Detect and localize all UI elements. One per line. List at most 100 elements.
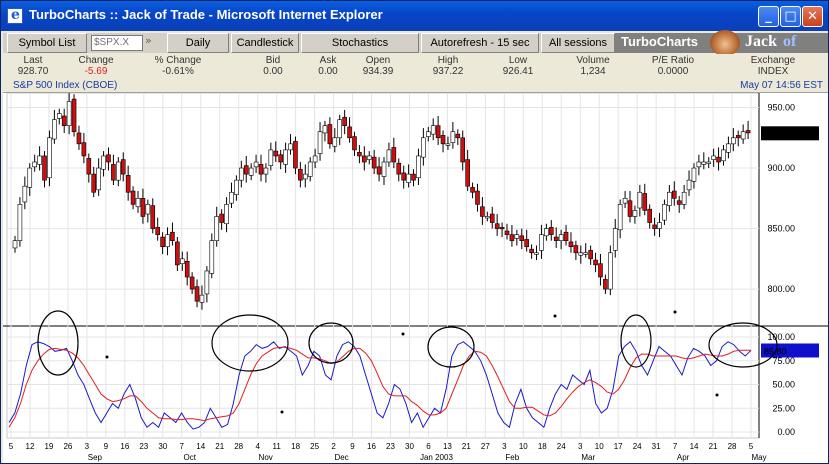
quote-label: % Change: [154, 55, 202, 66]
candle-up: [366, 155, 372, 160]
x-tick-label: 28: [728, 442, 737, 451]
indicator-button[interactable]: Stochastics: [301, 33, 419, 53]
candle-down: [71, 98, 77, 133]
quote-value: 934.39: [362, 66, 394, 77]
candle-down: [130, 190, 136, 205]
quote-field-change: Change -5.69: [65, 55, 127, 77]
autorefresh-button[interactable]: Autorefresh - 15 sec: [421, 33, 539, 53]
symbol-name: S&P 500 Index (CBOE): [13, 80, 118, 91]
candle-up: [135, 198, 141, 208]
marker-dot: [280, 410, 284, 414]
quote-value: 0.00: [263, 66, 283, 77]
quote-value: -5.69: [84, 66, 108, 77]
quote-label: Open: [365, 55, 391, 66]
period-button[interactable]: Daily: [167, 33, 229, 53]
candle-up: [288, 143, 293, 151]
price-chart[interactable]: 5 12 19 26 3 9 16 23 30 7 14 21 28 4 11 18 25 2 9 16 23 30 6 13…: [3, 93, 828, 464]
candle-up: [312, 155, 318, 163]
maximize-button[interactable]: □: [780, 6, 801, 27]
candle-down: [676, 200, 682, 205]
candle-down: [499, 227, 505, 230]
chart-area[interactable]: 5 12 19 26 3 9 16 23 30 7 14 21 28 4 11 18 25 2 9 16 23 30 6 13…: [3, 92, 828, 463]
annotation-ellipse: [37, 310, 79, 376]
candle-up: [199, 294, 205, 303]
quote-label: Last: [23, 55, 43, 66]
candle-down: [298, 168, 303, 181]
sessions-button[interactable]: All sessions: [541, 33, 615, 53]
candle-down: [140, 198, 146, 217]
candle-up: [229, 191, 234, 204]
quote-label: P/E Ratio: [651, 55, 695, 66]
candle-down: [455, 133, 461, 139]
x-tick-label: 13: [443, 442, 452, 451]
x-tick-label: 12: [26, 442, 35, 451]
candle-up: [66, 101, 72, 126]
candle-up: [27, 167, 33, 188]
candle-down: [376, 166, 382, 175]
month-label: May: [751, 453, 766, 462]
quote-label: Bid: [265, 55, 281, 66]
title-bar[interactable]: TurboCharts :: Jack of Trade - Microsoft…: [1, 1, 828, 31]
x-tick-label: 21: [462, 442, 471, 451]
x-tick-label: 7: [180, 442, 185, 451]
candle-up: [637, 191, 643, 209]
candle-down: [568, 241, 574, 248]
candle-down: [593, 259, 598, 266]
candle-down: [465, 159, 470, 187]
candle-up: [740, 131, 746, 140]
candle-down: [553, 236, 559, 241]
candle-down: [91, 173, 97, 193]
candle-up: [56, 113, 62, 119]
candle-down: [81, 142, 87, 157]
x-tick-label: 17: [614, 442, 623, 451]
month-label: Feb: [505, 453, 519, 462]
candle-up: [322, 125, 328, 134]
x-tick-label: 3: [578, 442, 583, 451]
go-arrows-icon[interactable]: »: [145, 34, 165, 52]
candle-up: [302, 173, 308, 180]
x-tick-label: 3: [502, 442, 507, 451]
marker-dot: [553, 314, 557, 318]
candle-up: [224, 204, 229, 225]
marker-dot: [401, 332, 405, 336]
candle-up: [539, 234, 544, 251]
candle-down: [716, 156, 721, 163]
candle-up: [701, 161, 707, 165]
candle-up: [283, 149, 288, 165]
candle-down: [347, 126, 352, 139]
candle-down: [175, 241, 180, 266]
minimize-button[interactable]: _: [758, 6, 779, 27]
chart-style-button[interactable]: Candlestick: [231, 33, 299, 53]
candle-down: [327, 124, 333, 145]
candle-down: [588, 250, 593, 260]
quote-field-last: Last 928.70: [5, 55, 61, 77]
symbol-input[interactable]: $SPX.X: [91, 35, 143, 51]
y-tick-label: 850.00: [767, 224, 795, 234]
candle-up: [416, 155, 421, 179]
x-tick-label: 6: [426, 442, 431, 451]
x-tick-label: 16: [120, 442, 129, 451]
symbol-list-button[interactable]: Symbol List: [7, 33, 87, 53]
close-button[interactable]: ✕: [802, 6, 823, 27]
candle-down: [642, 193, 648, 211]
quote-field-exchange: Exchange INDEX: [723, 55, 823, 77]
candle-up: [696, 161, 702, 168]
ie-icon: [7, 7, 23, 24]
x-tick-label: 23: [139, 442, 148, 451]
candle-down: [243, 165, 249, 175]
y-tick-label: 800.00: [767, 284, 795, 294]
candle-down: [42, 155, 47, 181]
quote-value: -0.61%: [162, 66, 194, 77]
month-label: Dec: [334, 453, 348, 462]
candle-up: [583, 252, 589, 255]
quote-field-change: % Change -0.61%: [133, 55, 223, 77]
quote-value: INDEX: [757, 66, 789, 77]
candle-down: [524, 239, 529, 248]
candle-up: [22, 185, 28, 203]
candle-up: [544, 228, 549, 237]
x-tick-label: 14: [196, 442, 205, 451]
candle-up: [686, 179, 692, 191]
candle-up: [662, 204, 667, 221]
browser-window: TurboCharts :: Jack of Trade - Microsoft…: [0, 0, 829, 464]
candle-down: [598, 263, 603, 278]
